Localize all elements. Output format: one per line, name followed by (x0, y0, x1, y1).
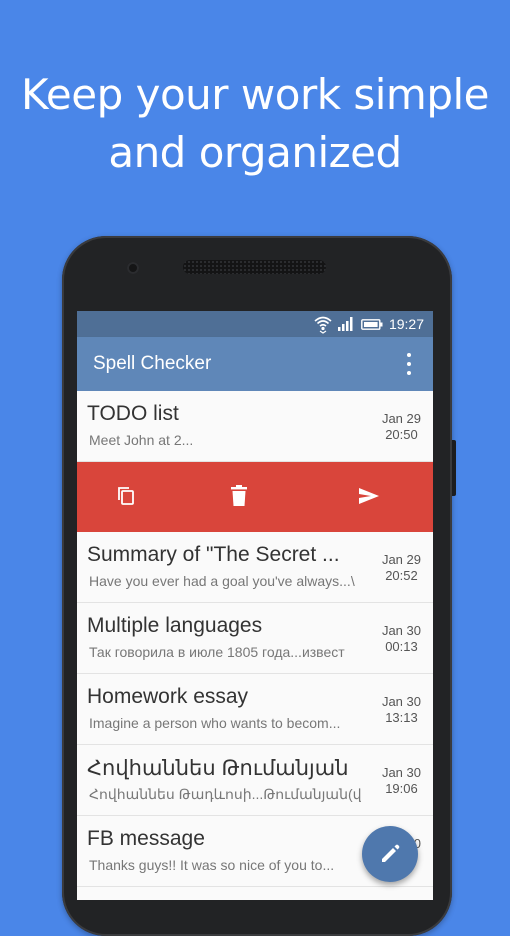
note-preview: Have you ever had a goal you've always..… (89, 573, 355, 589)
note-timestamp: Jan 30 00:13 (382, 623, 421, 655)
compose-fab[interactable] (362, 826, 418, 882)
list-item[interactable]: Հովհաննես Թումանյան Հովհաննես Թադևոսի...… (77, 745, 433, 816)
copy-icon[interactable] (113, 482, 141, 510)
note-timestamp: Jan 29 20:50 (382, 411, 421, 443)
list-item[interactable]: TODO list Meet John at 2... Jan 29 20:50 (77, 391, 433, 462)
note-title: Homework essay (87, 685, 249, 708)
list-item[interactable]: Multiple languages Так говорила в июле 1… (77, 603, 433, 674)
note-title: TODO list (87, 402, 179, 425)
signal-icon (338, 317, 353, 331)
front-camera (127, 262, 139, 274)
edit-icon (382, 844, 400, 862)
app-bar: Spell Checker (77, 337, 433, 391)
wifi-icon (314, 316, 332, 334)
note-date: Jan 29 (381, 411, 421, 426)
note-time: 00:13 (385, 639, 418, 654)
promo-headline: Keep your work simple and organized (0, 66, 510, 182)
note-preview: Meet John at 2... (89, 432, 194, 448)
note-time: 20:52 (385, 568, 418, 583)
note-timestamp: Jan 29 20:52 (382, 552, 421, 584)
note-time: 13:13 (385, 710, 418, 725)
more-vert-icon[interactable] (399, 351, 419, 377)
note-title: Հովհաննես Թումանյան (87, 757, 349, 780)
note-preview: Imagine a person who wants to becom... (89, 715, 341, 731)
note-title: FB message (87, 827, 205, 850)
note-date: Jan 30 (381, 623, 421, 638)
note-timestamp: Jan 30 19:06 (382, 765, 421, 797)
note-date: Jan 30 (381, 694, 421, 709)
note-date: Jan 30 (381, 765, 421, 780)
note-preview: Thanks guys!! It was so nice of you to..… (89, 857, 335, 873)
note-timestamp: Jan 30 13:13 (382, 694, 421, 726)
list-item[interactable]: Summary of "The Secret ... Have you ever… (77, 532, 433, 603)
delete-icon[interactable] (225, 482, 253, 510)
status-time: 19:27 (388, 316, 424, 332)
note-time: 20:50 (385, 427, 418, 442)
battery-icon (361, 319, 383, 330)
notes-list: TODO list Meet John at 2... Jan 29 20:50 (77, 391, 433, 887)
note-preview: Հովհաննես Թադևոսի...Թումանյան(վ (89, 786, 361, 802)
swipe-actions-bar (77, 462, 433, 532)
note-title: Multiple languages (87, 614, 263, 637)
note-preview: Так говорила в июле 1805 года...извест (89, 644, 345, 660)
note-time: 19:06 (385, 781, 418, 796)
note-date: Jan 29 (381, 552, 421, 567)
note-title: Summary of "The Secret ... (87, 543, 340, 566)
earpiece-speaker (183, 260, 326, 274)
phone-side-button (452, 440, 456, 496)
promo-line-1: Keep your work simple (20, 70, 490, 119)
promo-line-2: and organized (108, 128, 402, 177)
phone-screen: 19:27 Spell Checker TODO list Meet John … (77, 311, 433, 900)
status-bar: 19:27 (77, 311, 433, 337)
send-icon[interactable] (355, 482, 383, 510)
app-title: Spell Checker (93, 353, 212, 374)
list-item[interactable]: Homework essay Imagine a person who want… (77, 674, 433, 745)
